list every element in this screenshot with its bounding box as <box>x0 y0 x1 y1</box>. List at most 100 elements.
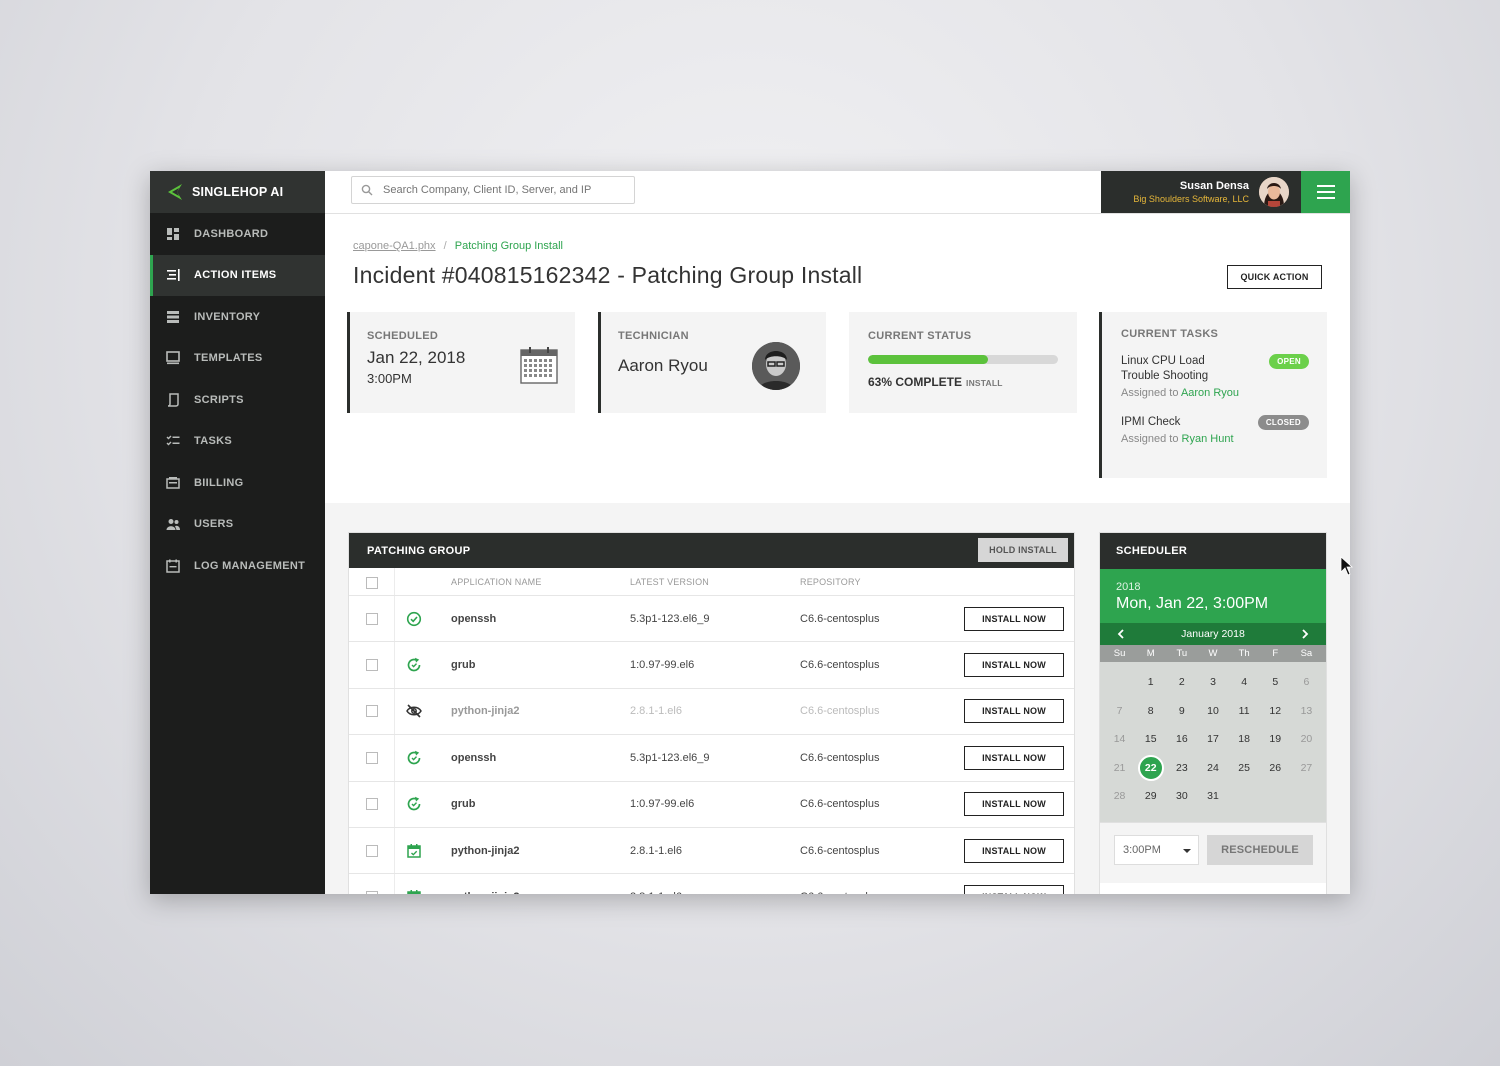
sidebar-item-dashboard[interactable]: DASHBOARD <box>150 213 325 255</box>
install-now-button[interactable]: INSTALL NOW <box>964 885 1064 894</box>
calendar-day[interactable]: 29 <box>1135 782 1166 811</box>
sidebar-item-users[interactable]: USERS <box>150 504 325 546</box>
sidebar-item-action-items[interactable]: ACTION ITEMS <box>150 254 325 296</box>
hamburger-menu-button[interactable] <box>1301 171 1350 213</box>
row-checkbox[interactable] <box>366 612 378 625</box>
select-all-checkbox[interactable] <box>366 577 378 589</box>
row-checkbox[interactable] <box>366 844 378 857</box>
calendar-day[interactable]: 20 <box>1291 725 1322 754</box>
calendar-day-selected[interactable]: 22 <box>1135 754 1166 783</box>
scripts-icon <box>166 393 180 407</box>
patching-group-panel: PATCHING GROUP HOLD INSTALL APPLICATION … <box>348 532 1075 894</box>
calendar-day[interactable]: 15 <box>1135 725 1166 754</box>
sidebar-item-label: USERS <box>194 518 234 531</box>
calendar-day[interactable]: 24 <box>1197 754 1228 783</box>
calendar-day[interactable]: 28 <box>1104 782 1135 811</box>
calendar-day[interactable]: 4 <box>1229 668 1260 697</box>
column-header-latest-version[interactable]: LATEST VERSION <box>630 577 709 587</box>
task-item[interactable]: IPMI Check Assigned to Ryan Hunt CLOSED <box>1121 415 1309 445</box>
inventory-icon <box>166 310 180 324</box>
calendar-day[interactable]: 5 <box>1260 668 1291 697</box>
latest-version: 1:0.97-99.el6 <box>630 659 695 672</box>
calendar-day[interactable]: 25 <box>1229 754 1260 783</box>
row-checkbox[interactable] <box>366 659 378 672</box>
task-assignment: Assigned to Ryan Hunt <box>1121 433 1309 445</box>
calendar-day[interactable]: 11 <box>1229 697 1260 726</box>
weekday-label: Tu <box>1176 648 1188 659</box>
column-header-repository[interactable]: REPOSITORY <box>800 577 861 587</box>
calendar-day[interactable]: 13 <box>1291 697 1322 726</box>
sidebar-item-biilling[interactable]: BIILLING <box>150 462 325 504</box>
sidebar-item-templates[interactable]: TEMPLATES <box>150 338 325 380</box>
search-box[interactable] <box>351 176 635 204</box>
row-checkbox[interactable] <box>366 705 378 718</box>
task-item[interactable]: Linux CPU Load Trouble Shooting Assigned… <box>1121 354 1309 399</box>
row-checkbox[interactable] <box>366 751 378 764</box>
column-divider <box>394 568 395 595</box>
progress-bar <box>868 355 1058 364</box>
install-now-button[interactable]: INSTALL NOW <box>964 745 1064 770</box>
calendar-day[interactable]: 1 <box>1135 668 1166 697</box>
sidebar-item-label: ACTION ITEMS <box>194 269 277 282</box>
patching-group-header: PATCHING GROUP HOLD INSTALL <box>349 533 1074 568</box>
install-now-button[interactable]: INSTALL NOW <box>964 699 1064 724</box>
hold-install-button[interactable]: HOLD INSTALL <box>978 538 1068 562</box>
calendar-day[interactable]: 12 <box>1260 697 1291 726</box>
breadcrumb-current[interactable]: Patching Group Install <box>455 240 563 252</box>
calendar-day[interactable]: 10 <box>1197 697 1228 726</box>
install-now-button[interactable]: INSTALL NOW <box>964 653 1064 678</box>
calendar-day[interactable]: 31 <box>1197 782 1228 811</box>
reschedule-button[interactable]: RESCHEDULE <box>1207 835 1313 865</box>
brand[interactable]: SINGLEHOP AI <box>150 171 325 213</box>
refresh-icon <box>406 657 422 673</box>
eye-off-icon <box>406 703 422 719</box>
calendar-day[interactable]: 6 <box>1291 668 1322 697</box>
user-menu[interactable]: Susan Densa Big Shoulders Software, LLC <box>1101 171 1301 213</box>
column-header-application-name[interactable]: APPLICATION NAME <box>451 577 542 587</box>
weekday-header: Su M Tu W Th F Sa <box>1100 645 1326 662</box>
calendar-day[interactable]: 9 <box>1166 697 1197 726</box>
calendar-day[interactable]: 7 <box>1104 697 1135 726</box>
quick-action-button[interactable]: QUICK ACTION <box>1227 265 1322 289</box>
refresh-icon <box>406 750 422 766</box>
progress-bar-fill <box>868 355 988 364</box>
calendar-day[interactable]: 14 <box>1104 725 1135 754</box>
install-now-button[interactable]: INSTALL NOW <box>964 792 1064 817</box>
task-assignee-link[interactable]: Aaron Ryou <box>1181 387 1239 399</box>
sidebar-item-log-management[interactable]: LOG MANAGEMENT <box>150 545 325 587</box>
row-checkbox[interactable] <box>366 891 378 894</box>
calendar-day[interactable]: 26 <box>1260 754 1291 783</box>
calendar-day[interactable]: 27 <box>1291 754 1322 783</box>
brand-name: SINGLEHOP AI <box>192 185 284 199</box>
calendar-day[interactable]: 21 <box>1104 754 1135 783</box>
breadcrumb-parent-link[interactable]: capone-QA1.phx <box>353 240 436 252</box>
sidebar-item-tasks[interactable]: TASKS <box>150 421 325 463</box>
row-checkbox[interactable] <box>366 798 378 811</box>
scheduler-title: SCHEDULER <box>1116 545 1188 557</box>
calendar-day[interactable]: 8 <box>1135 697 1166 726</box>
progress-percent-text: 63% COMPLETE <box>868 375 963 389</box>
chevron-right-icon[interactable] <box>1298 627 1312 641</box>
install-now-button[interactable]: INSTALL NOW <box>964 606 1064 631</box>
sidebar-item-scripts[interactable]: SCRIPTS <box>150 379 325 421</box>
calendar-day[interactable]: 3 <box>1197 668 1228 697</box>
technician-avatar[interactable] <box>752 342 800 390</box>
task-assignee-link[interactable]: Ryan Hunt <box>1182 433 1234 445</box>
weekday-label: Th <box>1238 648 1250 659</box>
time-select[interactable]: 3:00PM <box>1114 835 1199 865</box>
sidebar-item-inventory[interactable]: INVENTORY <box>150 296 325 338</box>
breadcrumb: capone-QA1.phx / Patching Group Install <box>353 240 563 252</box>
status-badge-closed: CLOSED <box>1257 415 1309 430</box>
calendar-day[interactable]: 19 <box>1260 725 1291 754</box>
calendar-day[interactable]: 23 <box>1166 754 1197 783</box>
calendar-day[interactable]: 18 <box>1229 725 1260 754</box>
search-input[interactable] <box>381 183 625 197</box>
calendar-day[interactable]: 17 <box>1197 725 1228 754</box>
calendar-day[interactable]: 2 <box>1166 668 1197 697</box>
user-avatar[interactable] <box>1259 177 1289 207</box>
calendar-day[interactable]: 30 <box>1166 782 1197 811</box>
install-now-button[interactable]: INSTALL NOW <box>964 838 1064 863</box>
repository: C6.6-centosplus <box>800 659 880 672</box>
calendar-day[interactable]: 16 <box>1166 725 1197 754</box>
task-name: IPMI Check <box>1121 416 1181 428</box>
